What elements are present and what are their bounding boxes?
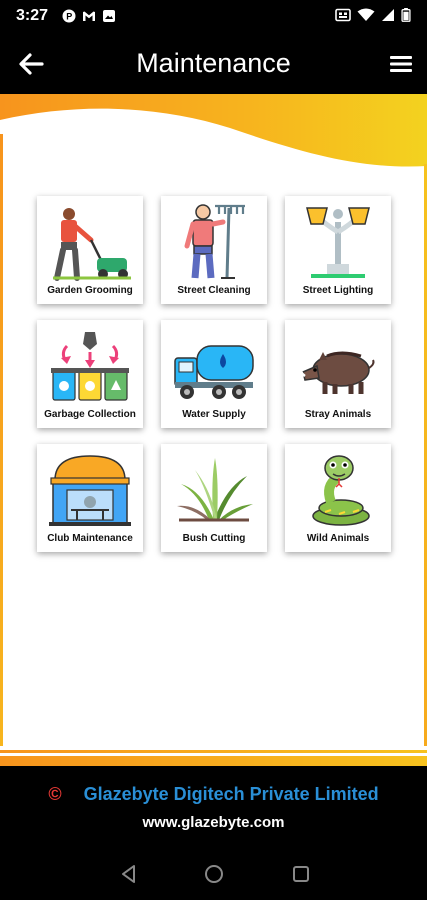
bottom-stripe-decoration [0,746,427,766]
header-wave-decoration [0,94,427,173]
status-time: 3:27 [16,7,49,24]
gmail-icon [83,11,95,21]
tile-street-cleaning[interactable]: Street Cleaning [161,196,267,304]
tile-garbage-collection[interactable]: Garbage Collection [37,320,143,428]
boar-icon [299,351,375,394]
tile-label: Garden Grooming [47,285,133,296]
notification-p-icon: P [62,9,76,23]
website-link[interactable]: www.glazebyte.com [0,814,427,831]
app-bar: Maintenance [0,34,427,94]
menu-button[interactable] [387,50,415,78]
wifi-icon [357,8,375,21]
nav-home-button[interactable] [203,863,225,885]
tile-street-lighting[interactable]: Street Lighting [285,196,391,304]
hamburger-menu-icon [390,56,412,72]
snake-icon [312,455,370,526]
footer: © Glazebyte Digitech Private Limited www.… [0,766,427,846]
water-tanker-icon [174,345,254,399]
tile-label: Street Lighting [302,285,374,296]
club-building-icon [49,455,131,526]
content-area: Garden Grooming Street Cleaning Street L… [0,94,427,766]
battery-icon [401,8,411,22]
tile-bush-cutting[interactable]: Bush Cutting [161,444,267,552]
back-triangle-icon [122,865,135,883]
tile-stray-animals[interactable]: Stray Animals [285,320,391,428]
svg-text:P: P [66,12,72,22]
left-border-decoration [0,134,3,766]
tile-label: Club Maintenance [47,533,133,544]
tile-label: Bush Cutting [182,533,246,544]
lawn-mower-icon [53,208,131,281]
copyright-line: © Glazebyte Digitech Private Limited [0,784,427,805]
copyright-symbol: © [48,784,62,804]
tile-label: Garbage Collection [44,409,136,420]
page-title: Maintenance [136,48,291,78]
status-system-icons [335,8,411,22]
street-cleaner-icon [184,204,245,279]
tile-wild-animals[interactable]: Wild Animals [285,444,391,552]
signal-icon [382,9,394,21]
tile-club-maintenance[interactable]: Club Maintenance [37,444,143,552]
tile-label: Stray Animals [304,409,372,420]
tile-label: Street Cleaning [177,285,251,296]
tile-label: Wild Animals [306,533,370,544]
system-nav-bar [0,846,427,900]
tile-water-supply[interactable]: Water Supply [161,320,267,428]
tile-garden-grooming[interactable]: Garden Grooming [37,196,143,304]
image-icon [103,10,115,22]
tile-label: Water Supply [182,409,246,420]
home-circle-icon [205,865,223,883]
status-notification-icons: P [62,9,116,23]
street-lamp-icon [306,207,370,278]
nav-back-button[interactable] [118,863,140,885]
status-bar: 3:27 P [0,0,427,34]
recents-square-icon [293,866,309,882]
sim-icon [335,8,351,22]
nav-recents-button[interactable] [290,863,312,885]
recycle-bins-icon [51,332,129,401]
bush-icon [177,458,253,522]
company-name: Glazebyte Digitech Private Limited [83,784,379,804]
